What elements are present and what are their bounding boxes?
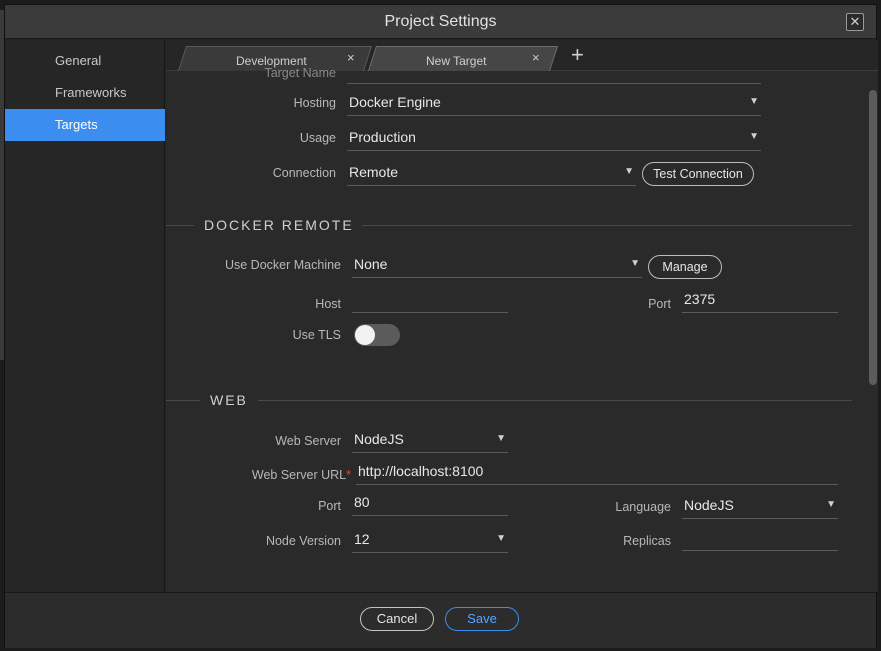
usage-select[interactable]: Production ▼ xyxy=(347,129,761,151)
sidebar-item-targets[interactable]: Targets xyxy=(5,109,165,141)
content-scrollbar[interactable] xyxy=(869,90,877,385)
close-icon[interactable]: ✕ xyxy=(846,13,864,31)
chevron-down-icon: ▼ xyxy=(826,499,836,510)
replicas-label: Replicas xyxy=(623,534,671,548)
language-value: NodeJS xyxy=(684,497,734,513)
target-name-label: Target Name xyxy=(264,66,336,80)
hosting-label: Hosting xyxy=(293,96,336,110)
sidebar-item-general[interactable]: General xyxy=(5,45,165,77)
hosting-value: Docker Engine xyxy=(349,94,441,110)
chevron-down-icon: ▼ xyxy=(624,166,634,177)
connection-select[interactable]: Remote ▼ xyxy=(347,164,636,186)
section-divider xyxy=(258,400,852,401)
node-version-select[interactable]: 12 ▼ xyxy=(352,531,508,553)
save-button[interactable]: Save xyxy=(445,607,519,631)
docker-machine-value: None xyxy=(354,256,388,272)
docker-port-label: Port xyxy=(648,297,671,311)
chevron-down-icon: ▼ xyxy=(749,131,759,142)
sidebar-item-frameworks[interactable]: Frameworks xyxy=(5,77,165,109)
chevron-down-icon: ▼ xyxy=(630,258,640,269)
web-port-input[interactable]: 80 xyxy=(352,494,508,516)
chevron-down-icon: ▼ xyxy=(749,96,759,107)
docker-machine-label: Use Docker Machine xyxy=(224,258,341,272)
web-server-url-label: Web Server URL* xyxy=(206,468,351,482)
web-server-label: Web Server xyxy=(275,434,341,448)
connection-value: Remote xyxy=(349,164,399,180)
web-server-select[interactable]: NodeJS ▼ xyxy=(352,431,508,453)
use-tls-toggle[interactable] xyxy=(354,324,400,346)
settings-sidebar: General Frameworks Targets xyxy=(5,40,165,592)
dialog-footer: Cancel Save xyxy=(5,592,876,648)
section-divider xyxy=(362,225,852,226)
host-label: Host xyxy=(315,297,341,311)
web-server-url-input[interactable]: http://localhost:8100 xyxy=(356,463,838,485)
node-version-label: Node Version xyxy=(265,534,341,548)
manage-button[interactable]: Manage xyxy=(648,255,722,279)
node-version-value: 12 xyxy=(354,531,370,547)
hosting-select[interactable]: Docker Engine ▼ xyxy=(347,94,761,116)
project-settings-dialog: Project Settings ✕ General Frameworks Ta… xyxy=(4,4,878,648)
section-divider xyxy=(166,225,194,226)
replicas-input[interactable] xyxy=(682,529,838,551)
language-select[interactable]: NodeJS ▼ xyxy=(682,497,838,519)
docker-remote-heading: DOCKER REMOTE xyxy=(204,217,354,233)
docker-port-input[interactable]: 2375 xyxy=(682,291,838,313)
required-mark: * xyxy=(346,468,351,482)
chevron-down-icon: ▼ xyxy=(496,533,506,544)
targets-panel: Development × New Target × + Target Name… xyxy=(166,40,878,592)
use-tls-label: Use TLS xyxy=(292,328,341,342)
docker-machine-select[interactable]: None ▼ xyxy=(352,256,642,278)
web-server-url-label-text: Web Server URL xyxy=(251,468,347,482)
chevron-down-icon: ▼ xyxy=(496,433,506,444)
target-name-field[interactable] xyxy=(347,62,761,84)
section-divider xyxy=(166,400,200,401)
web-server-value: NodeJS xyxy=(354,431,404,447)
connection-label: Connection xyxy=(272,166,336,180)
usage-value: Production xyxy=(349,129,416,145)
web-port-label: Port xyxy=(318,499,341,513)
toggle-knob xyxy=(355,325,375,345)
cancel-button[interactable]: Cancel xyxy=(360,607,434,631)
test-connection-button[interactable]: Test Connection xyxy=(642,162,754,186)
target-form: Target Name Hosting Docker Engine ▼ Usag… xyxy=(166,66,862,592)
web-heading: WEB xyxy=(210,392,248,408)
dialog-title: Project Settings xyxy=(384,13,497,30)
dialog-titlebar: Project Settings ✕ xyxy=(5,5,876,39)
usage-label: Usage xyxy=(299,131,336,145)
host-input[interactable] xyxy=(352,291,508,313)
language-label: Language xyxy=(615,500,671,514)
